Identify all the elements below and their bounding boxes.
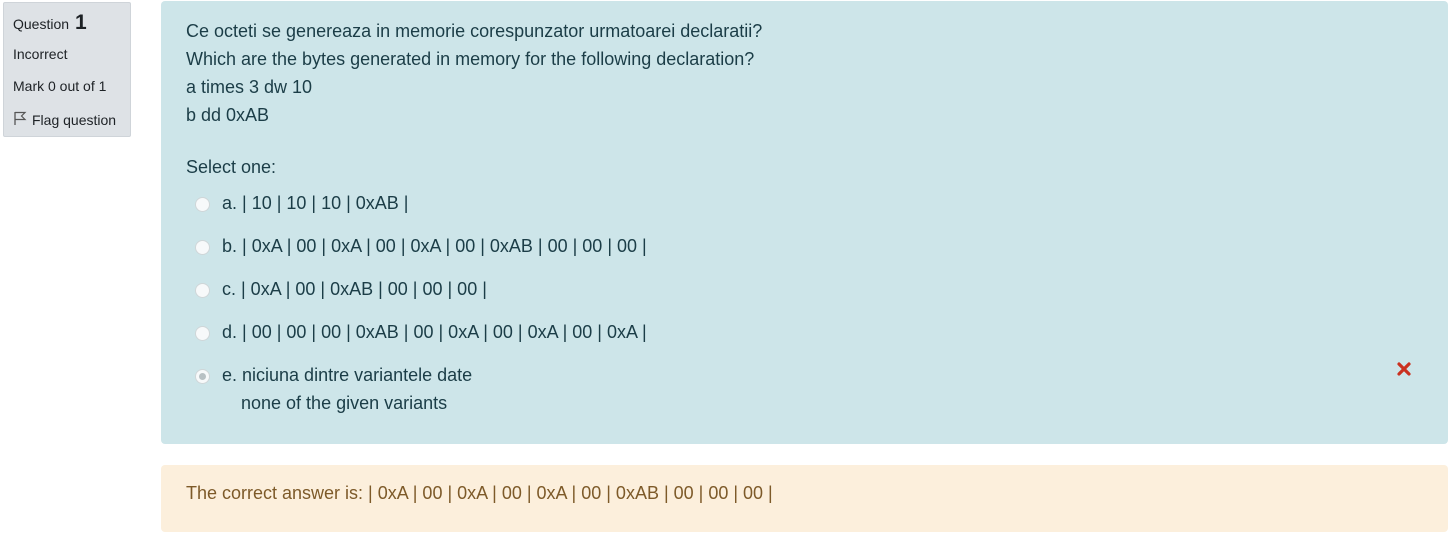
question-number-value: 1 xyxy=(74,11,87,34)
answer-option-label: d. | 00 | 00 | 00 | 0xAB | 00 | 0xA | 00… xyxy=(222,322,647,342)
answer-option-label-line2: none of the given variants xyxy=(241,393,448,413)
answer-option-c[interactable]: c. | 0xA | 00 | 0xAB | 00 | 00 | 00 | xyxy=(195,279,487,303)
answer-option-d[interactable]: d. | 00 | 00 | 00 | 0xAB | 00 | 0xA | 00… xyxy=(195,322,647,346)
radio-option-d[interactable] xyxy=(195,326,210,341)
correct-answer-feedback: The correct answer is: | 0xA | 00 | 0xA … xyxy=(161,465,1448,532)
answer-option-label-line1: e. niciuna dintre variantele date xyxy=(222,365,473,385)
question-text: Ce octeti se genereaza in memorie coresp… xyxy=(186,17,762,129)
question-text-line: Ce octeti se genereaza in memorie coresp… xyxy=(186,21,763,41)
question-formulation: Ce octeti se genereaza in memorie coresp… xyxy=(161,1,1448,444)
question-info-panel: Question 1 Incorrect Mark 0 out of 1 Fla… xyxy=(3,2,131,137)
flag-question-button[interactable]: Flag question xyxy=(13,111,116,129)
radio-option-b[interactable] xyxy=(195,240,210,255)
flag-question-label: Flag question xyxy=(32,112,117,128)
answer-option-label: b. | 0xA | 00 | 0xA | 00 | 0xA | 00 | 0x… xyxy=(222,236,647,256)
answer-option-label: a. | 10 | 10 | 10 | 0xAB | xyxy=(222,193,409,213)
flag-icon xyxy=(13,111,32,129)
answer-option-label: c. | 0xA | 00 | 0xAB | 00 | 00 | 00 | xyxy=(222,279,487,299)
answer-option-b[interactable]: b. | 0xA | 00 | 0xA | 00 | 0xA | 00 | 0x… xyxy=(195,236,647,260)
incorrect-x-icon xyxy=(1397,360,1411,381)
question-number: Question 1 xyxy=(13,11,87,35)
answer-option-a[interactable]: a. | 10 | 10 | 10 | 0xAB | xyxy=(195,193,409,217)
answer-option-e[interactable]: e. niciuna dintre variantele date none o… xyxy=(195,365,472,417)
question-text-line: a times 3 dw 10 xyxy=(186,77,313,97)
question-label: Question xyxy=(13,16,70,32)
radio-option-a[interactable] xyxy=(195,197,210,212)
answer-option-label: e. niciuna dintre variantele date none o… xyxy=(222,361,472,417)
radio-option-c[interactable] xyxy=(195,283,210,298)
select-one-prompt: Select one: xyxy=(186,157,277,177)
question-text-line: Which are the bytes generated in memory … xyxy=(186,49,755,69)
correct-answer-text: The correct answer is: | 0xA | 00 | 0xA … xyxy=(186,483,773,503)
radio-option-e[interactable] xyxy=(195,369,210,384)
question-grade: Mark 0 out of 1 xyxy=(13,78,107,94)
question-text-line: b dd 0xAB xyxy=(186,105,270,125)
question-state: Incorrect xyxy=(13,46,68,62)
